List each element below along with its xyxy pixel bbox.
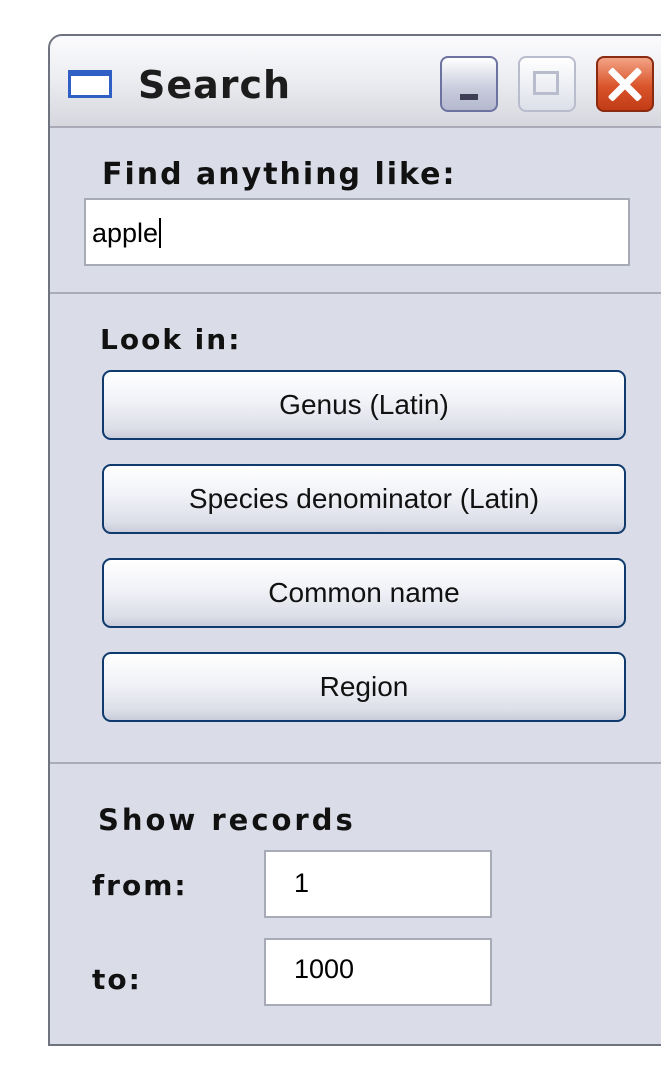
- maximize-button[interactable]: [518, 56, 576, 112]
- title-bar[interactable]: Search: [50, 36, 661, 128]
- section-divider-top: [50, 292, 661, 294]
- close-button[interactable]: [596, 56, 654, 112]
- window-icon: [68, 70, 112, 98]
- search-window: Search Find anything like: apple Look in…: [48, 34, 661, 1046]
- window-title: Search: [138, 63, 292, 107]
- section-divider-bottom: [50, 762, 661, 764]
- species-denominator-latin-button[interactable]: Species denominator (Latin): [102, 464, 626, 534]
- region-button[interactable]: Region: [102, 652, 626, 722]
- minimize-button[interactable]: [440, 56, 498, 112]
- show-records-label: Show records: [98, 803, 356, 837]
- find-input-value: apple: [92, 218, 159, 248]
- genus-latin-button[interactable]: Genus (Latin): [102, 370, 626, 440]
- to-label: to:: [92, 963, 142, 996]
- common-name-button[interactable]: Common name: [102, 558, 626, 628]
- look-in-label: Look in:: [100, 323, 242, 356]
- to-input[interactable]: 1000: [264, 938, 492, 1006]
- find-label: Find anything like:: [102, 157, 457, 192]
- text-caret: [159, 218, 162, 248]
- from-input[interactable]: 1: [264, 850, 492, 918]
- find-input[interactable]: apple: [84, 198, 630, 266]
- from-label: from:: [92, 869, 188, 902]
